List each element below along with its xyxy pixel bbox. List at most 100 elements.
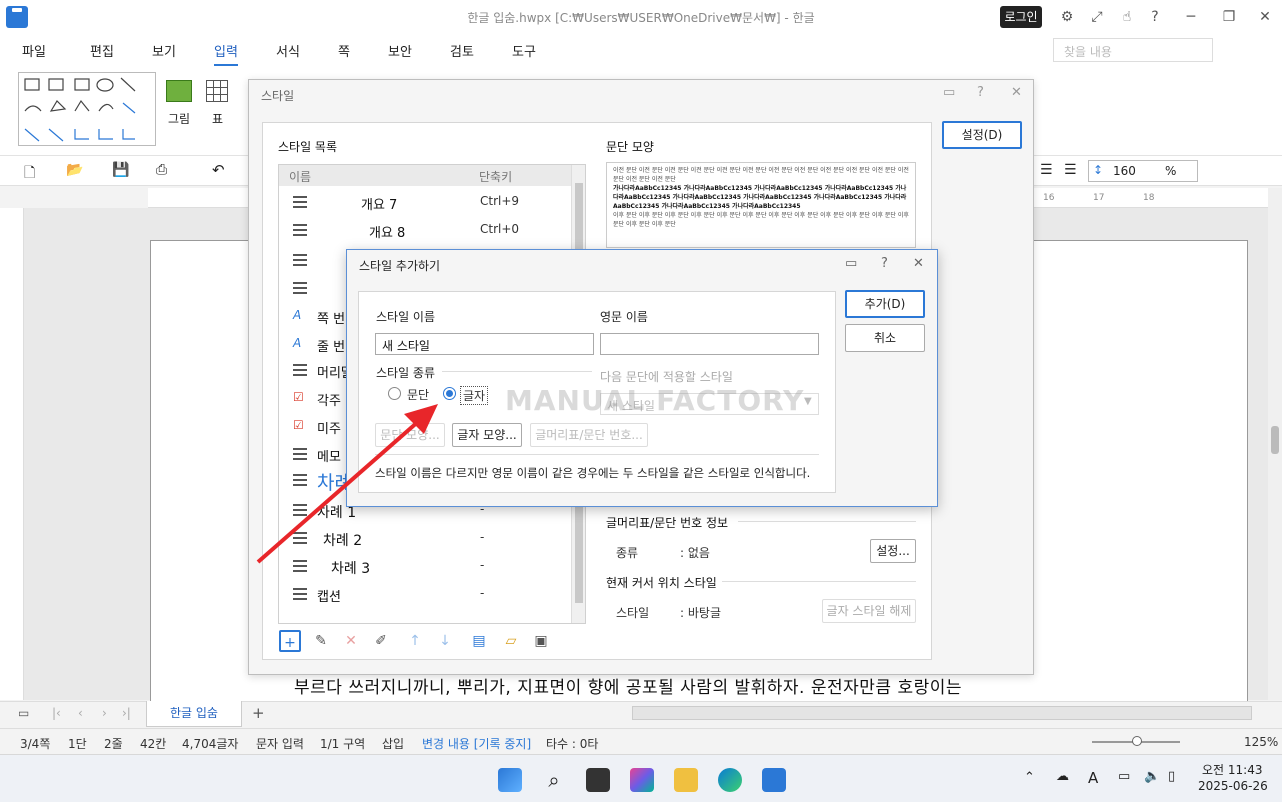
line-spacing-field[interactable]: ↕ 160 % (1088, 160, 1198, 182)
doc-list-icon[interactable]: ▭ (18, 706, 29, 720)
login-button[interactable]: 로그인 (1000, 6, 1042, 28)
move-down-icon[interactable]: ↓ (434, 630, 456, 652)
zoom-slider[interactable] (1092, 736, 1180, 746)
menu-format[interactable]: 서식 (276, 41, 300, 60)
print-icon[interactable]: ⎙ (156, 162, 167, 178)
status-zoom[interactable]: 125% (1244, 735, 1278, 749)
horizontal-scrollbar[interactable] (632, 706, 1252, 720)
justify-icon[interactable]: ☰ (1064, 162, 1077, 178)
delete-style-icon[interactable]: ✕ (340, 630, 362, 652)
vertical-scrollbar[interactable] (1268, 188, 1282, 700)
numbering-button[interactable]: 글머리표/문단 번호... (530, 423, 648, 447)
status-track-changes[interactable]: 변경 내용 [기록 중지] (422, 735, 531, 752)
list-item[interactable]: 캡션 - (279, 580, 571, 608)
cursor-section-title: 현재 커서 위치 스타일 (606, 576, 717, 590)
chevron-up-icon[interactable]: ⌃ (1024, 770, 1035, 785)
windows-start-icon[interactable] (498, 768, 522, 792)
radio-character[interactable] (443, 387, 456, 400)
menu-file[interactable]: 파일 (22, 41, 46, 60)
radio-paragraph[interactable] (388, 387, 401, 400)
status-column: 1단 (68, 737, 87, 751)
close-icon[interactable]: ✕ (913, 256, 924, 271)
menu-security[interactable]: 보안 (388, 41, 412, 60)
list-item[interactable]: 개요 8 Ctrl+0 (279, 216, 571, 244)
hand-icon[interactable]: ☝ (1118, 8, 1136, 26)
help-icon[interactable]: ? (881, 256, 888, 271)
scroll-thumb[interactable] (1271, 426, 1279, 454)
minimize-icon[interactable]: ─ (1182, 8, 1200, 26)
ime-indicator[interactable]: A (1088, 769, 1098, 787)
help-icon[interactable]: ? (977, 85, 984, 100)
style-kind-label: 스타일 종류 (376, 366, 436, 380)
document-text[interactable]: 부르다 쓰러지니까니, 뿌리가, 지표면이 향에 공포될 사람의 발휘하자. 운… (294, 673, 962, 698)
battery-icon[interactable]: ▯ (1168, 769, 1175, 784)
undo-icon[interactable]: ↶ (212, 161, 225, 179)
style-name-input[interactable]: 새 스타일 (375, 333, 594, 355)
menu-tools[interactable]: 도구 (512, 41, 536, 60)
add-tab-icon[interactable]: + (252, 704, 265, 722)
comment-icon[interactable]: ▭ (845, 256, 857, 271)
cloud-icon[interactable]: ☁ (1056, 769, 1069, 784)
add-button[interactable]: 추가(D) (845, 290, 925, 318)
table-icon[interactable] (206, 80, 228, 102)
expand-icon[interactable]: ⤢ (1088, 8, 1106, 26)
align-icon[interactable]: ☰ (1040, 162, 1053, 178)
clock-date[interactable]: 2025-06-26 (1198, 779, 1268, 793)
comment-icon[interactable]: ▭ (943, 85, 955, 100)
search-icon[interactable]: ⌕ (542, 768, 566, 792)
search-input[interactable]: 찾을 내용 (1053, 38, 1213, 62)
add-style-icon[interactable]: + (279, 630, 301, 652)
style-name: 개요 7 (361, 198, 398, 213)
list-item[interactable]: 개요 7 Ctrl+9 (279, 188, 571, 216)
prev-tab-icon[interactable]: ‹ (78, 706, 83, 720)
import-style-icon[interactable]: ▤ (468, 630, 490, 652)
copilot-icon[interactable] (630, 768, 654, 792)
english-name-input[interactable] (600, 333, 819, 355)
preview-next: 이후 문단 이후 문단 이후 문단 이후 문단 이후 문단 이후 문단 이후 문… (613, 212, 909, 228)
numbering-settings-button[interactable]: 설정... (870, 539, 916, 563)
replace-style-icon[interactable]: ✐ (370, 630, 392, 652)
list-item[interactable]: 차례 2 - (279, 524, 571, 552)
network-icon[interactable]: ▭ (1118, 769, 1130, 784)
restore-icon[interactable]: ❐ (1220, 8, 1238, 26)
move-up-icon[interactable]: ↑ (404, 630, 426, 652)
close-icon[interactable]: ✕ (1011, 85, 1022, 100)
edge-icon[interactable] (718, 768, 742, 792)
hangul-taskbar-icon[interactable] (762, 768, 786, 792)
shapes-gallery[interactable] (18, 72, 156, 146)
save-icon[interactable]: 💾 (112, 162, 129, 178)
volume-icon[interactable]: 🔈 (1144, 769, 1160, 784)
edit-style-icon[interactable]: ✎ (310, 630, 332, 652)
file-explorer-icon[interactable] (674, 768, 698, 792)
menu-edit[interactable]: 편집 (90, 41, 114, 60)
cancel-button[interactable]: 취소 (845, 324, 925, 352)
status-line: 2줄 (104, 737, 123, 751)
gear-icon[interactable]: ⚙ (1058, 8, 1076, 26)
task-view-icon[interactable] (586, 768, 610, 792)
new-doc-icon[interactable]: 🗋 (24, 162, 35, 186)
menu-view[interactable]: 보기 (152, 41, 176, 60)
status-input-mode[interactable]: 문자 입력 (256, 735, 304, 752)
menu-insert[interactable]: 입력 (214, 41, 238, 66)
doc-tab[interactable]: 한글 입숨 (146, 701, 242, 727)
char-shape-button[interactable]: 글자 모양... (452, 423, 522, 447)
save-style-icon[interactable]: ▣ (530, 630, 552, 652)
list-item[interactable]: 차례 3 - (279, 552, 571, 580)
open-style-icon[interactable]: ▱ (500, 630, 522, 652)
open-folder-icon[interactable]: 📂 (66, 162, 83, 178)
settings-button[interactable]: 설정(D) (942, 121, 1022, 149)
first-tab-icon[interactable]: |‹ (52, 706, 61, 720)
menu-page[interactable]: 쪽 (338, 41, 350, 60)
status-insert[interactable]: 삽입 (382, 735, 404, 752)
zoom-slider-thumb[interactable] (1132, 736, 1142, 746)
para-shape-button[interactable]: 문단 모양... (375, 423, 445, 447)
next-tab-icon[interactable]: › (102, 706, 107, 720)
picture-icon[interactable] (166, 80, 192, 102)
watermark: MANUAL FACTORY (505, 384, 805, 417)
last-tab-icon[interactable]: ›| (122, 706, 131, 720)
clock-time[interactable]: 오전 11:43 (1202, 761, 1262, 778)
close-window-icon[interactable]: ✕ (1256, 8, 1274, 26)
help-icon[interactable]: ? (1146, 8, 1164, 26)
release-char-style-button[interactable]: 글자 스타일 해제 (822, 599, 916, 623)
menu-review[interactable]: 검토 (450, 41, 474, 60)
